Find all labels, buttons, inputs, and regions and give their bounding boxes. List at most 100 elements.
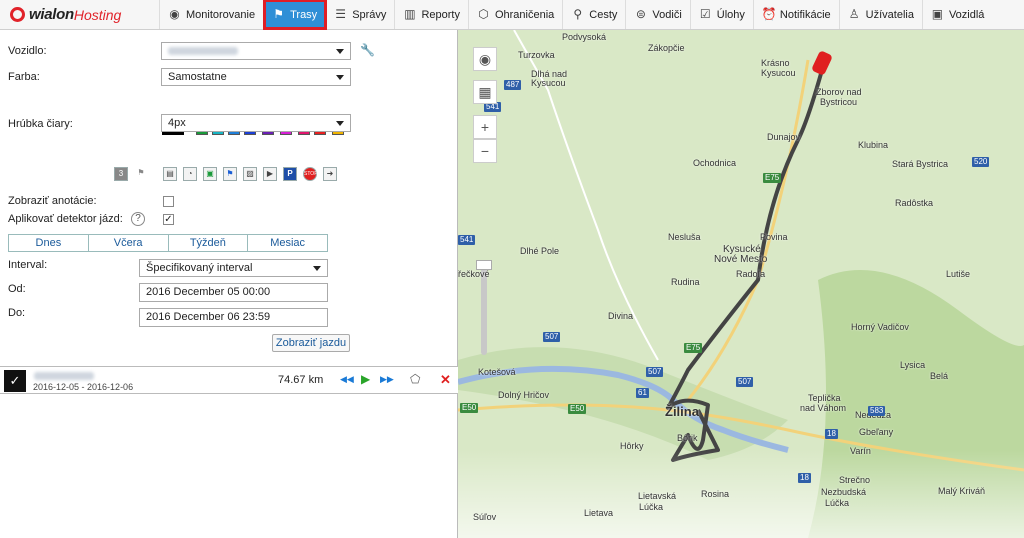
map-place-label: Zákopčie: [648, 43, 685, 53]
trip-dates: 2016-12-05 - 2016-12-06: [33, 382, 134, 392]
road-shield: 583: [868, 406, 886, 416]
color-select[interactable]: Samostatne: [161, 68, 351, 86]
vehicle-name-blurred: [168, 47, 238, 56]
nav-spravy[interactable]: ☰ Správy: [326, 0, 396, 29]
nav-ulohy[interactable]: ☑ Úlohy: [691, 0, 754, 29]
tab-vcera[interactable]: Včera: [88, 235, 169, 251]
interval-label: Interval:: [8, 259, 48, 271]
map-place-label: Podvysoká: [562, 32, 607, 42]
map-place-label: Varín: [850, 446, 871, 456]
map-place-label: Radôstka: [895, 198, 934, 208]
wrench-icon[interactable]: 🔧: [360, 43, 375, 57]
map-place-label: Nové Mesto: [714, 254, 768, 265]
blue-flag-icon[interactable]: ⚑: [223, 167, 237, 181]
nav-vozidla[interactable]: ▣ Vozidlá: [923, 0, 992, 29]
map-place-label: Kysucou: [761, 68, 796, 78]
nav-cesty[interactable]: ⚲ Cesty: [563, 0, 627, 29]
nav-ohranicenia[interactable]: ⬡ Ohraničenia: [469, 0, 564, 29]
track-visible-check-icon[interactable]: ✓: [4, 370, 26, 392]
map-place-label: Lúčka: [639, 502, 664, 512]
map-place-label: Nesluša: [668, 232, 701, 242]
gauge-icon[interactable]: ◔: [183, 167, 197, 181]
road-shield: 520: [972, 157, 990, 167]
layers-eye-icon[interactable]: ◉: [473, 47, 497, 71]
map-view[interactable]: Podvysoká Turzovka Zákopčie Dlhá nad Kysucou…: [458, 30, 1024, 538]
road-shield: 18: [798, 473, 811, 483]
top-navigation: wialon Hosting ◉ Monitorovanie ⚑ Trasy ☰ Sp…: [0, 0, 1024, 30]
map-place-label: Bôrik: [677, 433, 698, 443]
road-shield: E50: [460, 403, 479, 413]
period-tabs: Dnes Včera Týždeň Mesiac: [8, 234, 328, 252]
map-place-label: Dunajov: [767, 132, 801, 142]
map-place-label: Nezbudská: [821, 487, 867, 497]
nav-vodici[interactable]: ⊜ Vodiči: [626, 0, 691, 29]
rewind-icon[interactable]: ◀◀: [340, 374, 354, 385]
nav-monitorovanie[interactable]: ◉ Monitorovanie: [160, 0, 265, 29]
map-place-label: Kysucou: [531, 78, 566, 88]
map-place-label: Žilina: [665, 404, 699, 419]
map-place-label: nad Váhom: [800, 403, 847, 413]
route-icon: ⚲: [573, 7, 583, 21]
stop-icon[interactable]: STOP: [303, 167, 318, 181]
map-type-icon[interactable]: ▦: [473, 80, 497, 104]
zoom-in-button[interactable]: +: [473, 115, 497, 139]
from-date-input[interactable]: 2016 December 05 00:00: [139, 283, 328, 302]
fuel-station-icon[interactable]: ▣: [203, 167, 217, 181]
tab-dnes[interactable]: Dnes: [9, 235, 89, 251]
arrow-right-icon[interactable]: ➜: [323, 167, 337, 181]
to-date-input[interactable]: 2016 December 06 23:59: [139, 308, 328, 327]
flags-icon[interactable]: ⚑: [134, 167, 148, 181]
map-place-label: Rudina: [671, 277, 700, 287]
geofence-icon[interactable]: ⬠: [410, 372, 420, 386]
tool-counter-icon[interactable]: 3: [114, 167, 128, 181]
map-place-label: Gbeľany: [859, 427, 894, 437]
chevron-down-icon: [336, 75, 344, 80]
nav-notifikacie[interactable]: ⏰ Notifikácie: [754, 0, 840, 29]
alarm-icon: ⏰: [761, 7, 777, 21]
image-icon[interactable]: ▨: [243, 167, 257, 181]
fast-forward-icon[interactable]: ▶▶: [380, 374, 394, 385]
road-shield: E75: [684, 343, 703, 353]
annotations-checkbox[interactable]: [163, 196, 174, 207]
nav-reporty[interactable]: ▥ Reporty: [395, 0, 469, 29]
chart-icon: ▥: [404, 7, 416, 21]
trip-detector-checkbox[interactable]: ✓: [163, 214, 174, 225]
interval-select[interactable]: Špecifikovaný interval: [139, 259, 328, 277]
trip-row[interactable]: ✓ 2016-12-05 - 2016-12-06 74.67 km ◀◀ ▶ …: [0, 366, 458, 394]
parking-icon[interactable]: P: [283, 167, 297, 181]
to-label: Do:: [8, 307, 26, 319]
line-width-label: Hrúbka čiary:: [8, 118, 73, 130]
annotations-label: Zobraziť anotácie:: [8, 195, 97, 207]
map-place-label: Rosina: [701, 489, 730, 499]
map-place-label: Bystricou: [820, 97, 858, 107]
nav-uzivatelia[interactable]: ♙ Užívatelia: [840, 0, 923, 29]
show-trip-button[interactable]: Zobraziť jazdu: [272, 334, 350, 352]
video-icon[interactable]: ▶: [263, 167, 277, 181]
delete-icon[interactable]: ✕: [440, 372, 451, 388]
map-place-label: Zborov nad: [816, 87, 862, 97]
road-shield: 507: [736, 377, 754, 387]
fuel-icon[interactable]: ▤: [163, 167, 177, 181]
trip-detector-label: Aplikovať detektor jázd:: [8, 213, 123, 225]
tab-tyzden[interactable]: Týždeň: [168, 235, 249, 251]
logo-ring-icon: [10, 7, 25, 22]
map-place-label: Lutiše: [946, 269, 971, 279]
nav-trasy[interactable]: ⚑ Trasy: [263, 0, 328, 30]
help-icon[interactable]: ?: [131, 212, 145, 226]
play-icon[interactable]: ▶: [361, 372, 370, 386]
road-shield: 507: [646, 367, 664, 377]
line-width-select[interactable]: 4px: [161, 114, 351, 132]
tab-mesiac[interactable]: Mesiac: [248, 235, 327, 251]
map-place-label: Kotešová: [478, 367, 516, 377]
user-icon: ♙: [848, 7, 860, 21]
logo-brand: wialon: [29, 6, 74, 23]
interval-value: Špecifikovaný interval: [146, 262, 253, 274]
vehicle-select[interactable]: [161, 42, 351, 60]
bus-icon: ▣: [931, 7, 944, 21]
map-place-label: Lietava: [584, 508, 614, 518]
steering-icon: ⊜: [635, 7, 646, 21]
wialon-logo[interactable]: wialon Hosting: [0, 0, 160, 29]
zoom-out-button[interactable]: −: [473, 139, 497, 163]
map-place-label: Lúčka: [825, 498, 850, 508]
trip-vehicle-blurred: [34, 372, 94, 380]
